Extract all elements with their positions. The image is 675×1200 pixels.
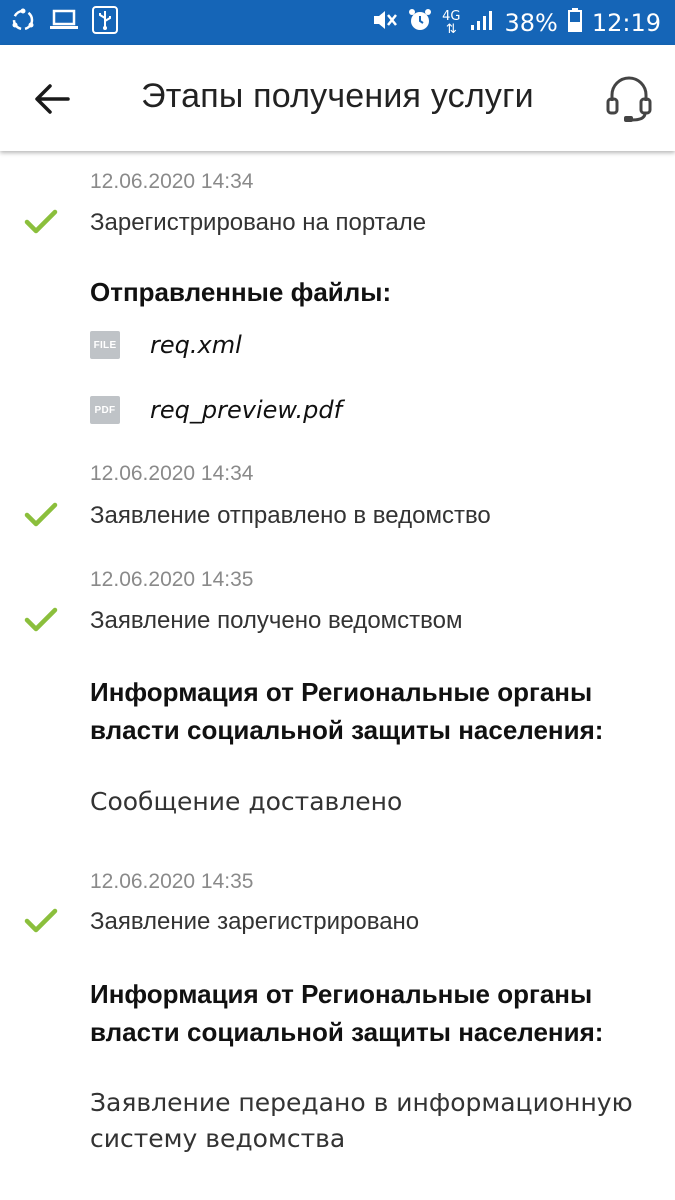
battery-level: 38% <box>504 8 558 37</box>
headset-icon <box>604 76 654 127</box>
file-type-icon: FILE <box>90 331 120 359</box>
stage-status: Заявление получено ведомством <box>90 607 463 634</box>
info-heading: Информация от Региональные органы <box>90 677 593 707</box>
info-heading: Информация от Региональные органы <box>90 979 593 1009</box>
clock-time: 12:19 <box>591 8 661 37</box>
mute-icon <box>372 8 398 38</box>
check-icon <box>23 605 59 635</box>
stage-status: Заявление зарегистрировано <box>90 908 420 935</box>
file-link[interactable]: req.xml <box>150 331 242 359</box>
status-bar: 4G ⇅ 38% 12:19 <box>0 0 675 45</box>
info-message: систему ведомства <box>90 1124 346 1153</box>
sync-icon <box>10 7 36 38</box>
stage-date: 12.06.2020 14:34 <box>90 170 254 193</box>
laptop-icon <box>50 9 78 36</box>
alarm-icon <box>408 8 432 38</box>
stage-status: Заявление отправлено в ведомство <box>90 502 491 529</box>
usb-icon <box>92 6 118 39</box>
info-heading: власти социальной защиты населения: <box>90 715 604 745</box>
info-message: Сообщение доставлено <box>90 787 403 816</box>
info-message: Заявление передано в информационную <box>90 1088 633 1117</box>
info-heading: власти социальной защиты населения: <box>90 1017 604 1047</box>
app-bar: Этапы получения услуги <box>0 45 675 151</box>
stage-status: Зарегистрировано на портале <box>90 209 427 236</box>
stage-date: 12.06.2020 14:35 <box>90 568 254 591</box>
network-type: 4G ⇅ <box>442 8 461 37</box>
pdf-file-icon: PDF <box>90 396 120 424</box>
check-icon <box>23 500 59 530</box>
check-icon <box>23 906 59 936</box>
stage-date: 12.06.2020 14:34 <box>90 462 254 485</box>
check-icon <box>23 207 59 237</box>
battery-icon <box>567 7 582 38</box>
file-link[interactable]: req_preview.pdf <box>150 396 342 424</box>
signal-icon <box>470 9 494 37</box>
support-button[interactable] <box>604 73 654 123</box>
stage-date: 12.06.2020 14:35 <box>90 870 254 893</box>
files-heading: Отправленные файлы: <box>90 277 392 307</box>
page-title: Этапы получения услуги <box>141 77 534 115</box>
